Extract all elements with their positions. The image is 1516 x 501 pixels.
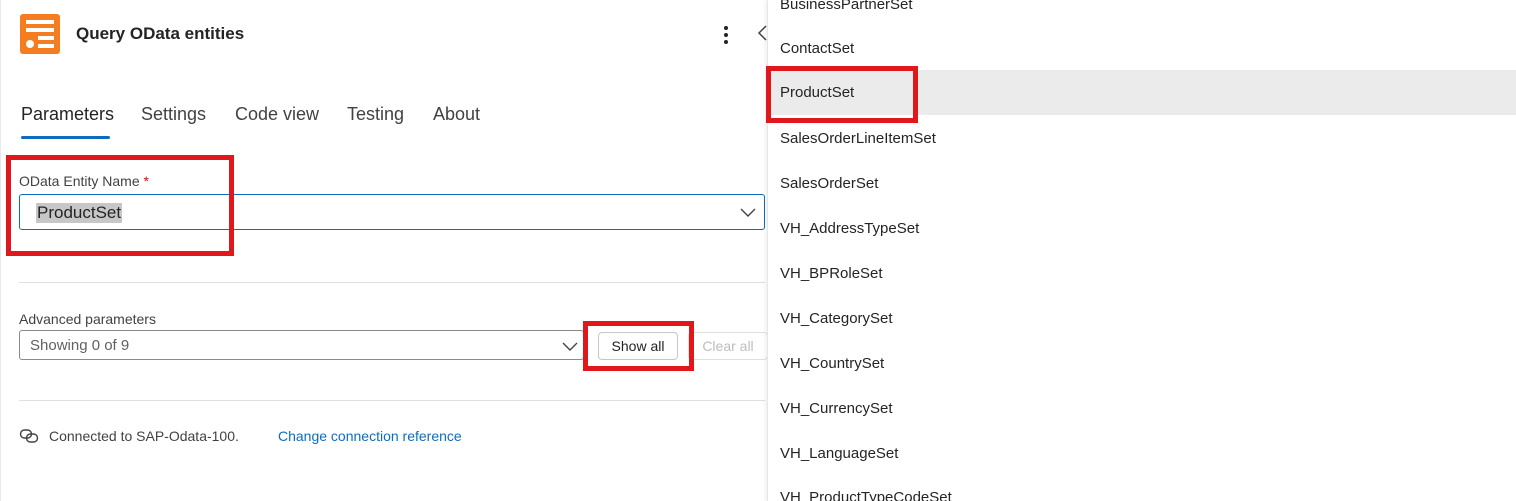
link-icon bbox=[19, 429, 39, 443]
list-item[interactable]: VH_BPRoleSet bbox=[768, 251, 1516, 296]
change-connection-link[interactable]: Change connection reference bbox=[278, 428, 462, 444]
advanced-parameters-dropdown[interactable]: Showing 0 of 9 bbox=[19, 330, 584, 360]
chevron-down-icon[interactable] bbox=[562, 340, 578, 352]
panel-edge bbox=[0, 0, 1, 501]
clear-all-button[interactable]: Clear all bbox=[688, 332, 768, 360]
list-item[interactable]: SalesOrderLineItemSet bbox=[768, 116, 1516, 161]
tab-testing[interactable]: Testing bbox=[347, 104, 404, 125]
list-item[interactable]: VH_ProductTypeCodeSet bbox=[768, 475, 1516, 501]
action-title: Query OData entities bbox=[76, 24, 245, 43]
entity-name-label: OData Entity Name * bbox=[19, 173, 149, 189]
tab-about[interactable]: About bbox=[433, 104, 480, 125]
tab-parameters[interactable]: Parameters bbox=[21, 104, 114, 125]
list-item[interactable]: VH_CategorySet bbox=[768, 296, 1516, 341]
list-item[interactable]: VH_CountrySet bbox=[768, 341, 1516, 386]
active-tab-indicator bbox=[21, 136, 110, 139]
table-list-icon bbox=[20, 14, 60, 54]
show-all-button[interactable]: Show all bbox=[598, 332, 678, 360]
chevron-down-icon[interactable] bbox=[740, 206, 756, 218]
entity-dropdown-list[interactable]: BusinessPartnerSet ContactSet ProductSet… bbox=[767, 0, 1516, 501]
entity-name-value: ProductSet bbox=[36, 203, 123, 223]
advanced-parameters-value: Showing 0 of 9 bbox=[30, 337, 130, 354]
entity-name-label-text: OData Entity Name bbox=[19, 173, 140, 189]
list-item[interactable]: BusinessPartnerSet bbox=[768, 0, 1516, 27]
tab-settings[interactable]: Settings bbox=[141, 104, 206, 125]
advanced-parameters-label: Advanced parameters bbox=[19, 311, 156, 327]
list-item[interactable]: SalesOrderSet bbox=[768, 161, 1516, 206]
section-divider bbox=[19, 282, 765, 283]
connection-status: Connected to SAP-Odata-100. bbox=[49, 428, 239, 444]
list-item[interactable]: VH_AddressTypeSet bbox=[768, 206, 1516, 251]
list-item-selected[interactable]: ProductSet bbox=[768, 70, 1516, 115]
more-options-icon[interactable] bbox=[716, 22, 736, 48]
list-item[interactable]: VH_LanguageSet bbox=[768, 431, 1516, 476]
required-marker: * bbox=[143, 173, 149, 189]
tab-code-view[interactable]: Code view bbox=[235, 104, 319, 125]
section-divider bbox=[19, 400, 765, 401]
entity-name-dropdown[interactable]: ProductSet bbox=[19, 194, 765, 230]
list-item[interactable]: VH_CurrencySet bbox=[768, 386, 1516, 431]
list-item[interactable]: ContactSet bbox=[768, 26, 1516, 71]
